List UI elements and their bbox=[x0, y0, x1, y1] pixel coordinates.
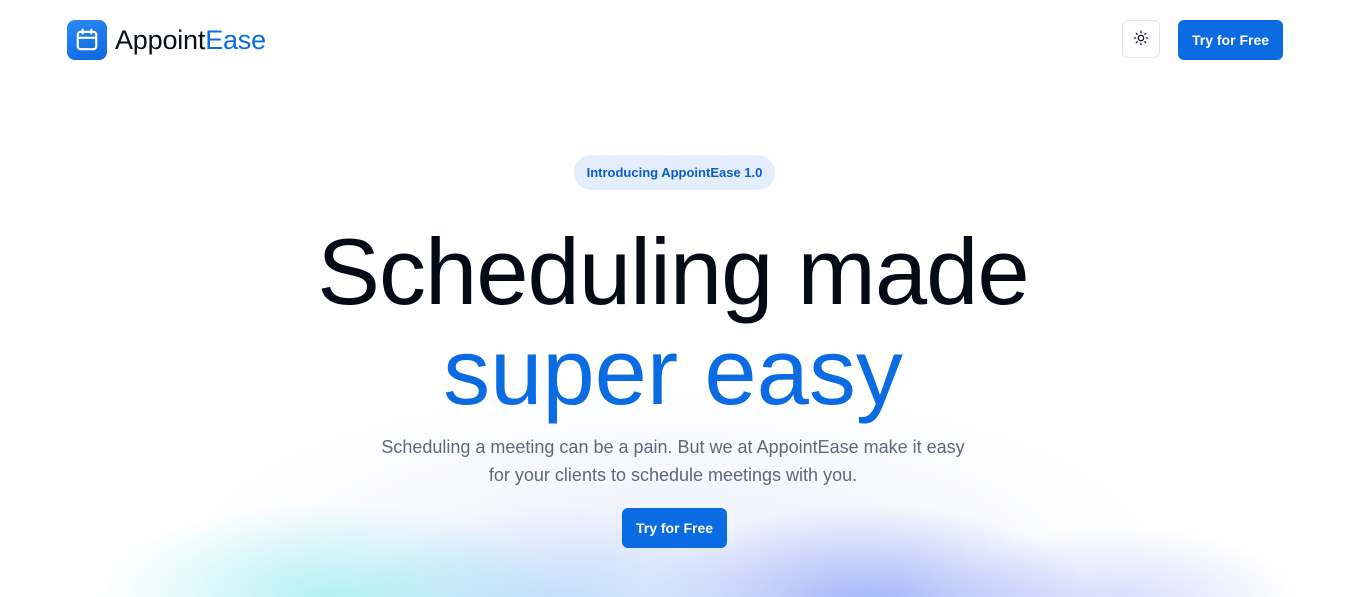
brand-name-main: Appoint bbox=[115, 25, 206, 55]
landing-page: AppointEase Try for Free Introducing App… bbox=[0, 0, 1346, 597]
hero-headline-accent: super easy bbox=[443, 319, 903, 424]
site-header: AppointEase Try for Free bbox=[0, 0, 1346, 80]
hero-headline: Scheduling made bbox=[317, 219, 1029, 324]
intro-badge: Introducing AppointEase 1.0 bbox=[574, 155, 775, 190]
theme-toggle-button[interactable] bbox=[1122, 20, 1160, 58]
header-try-free-button[interactable]: Try for Free bbox=[1178, 20, 1283, 60]
brand-name-accent: Ease bbox=[205, 25, 266, 55]
brand-logo-link[interactable]: AppointEase bbox=[67, 20, 266, 60]
calendar-icon bbox=[67, 20, 107, 60]
hero-try-free-button[interactable]: Try for Free bbox=[622, 508, 727, 548]
brand-name: AppointEase bbox=[115, 20, 266, 60]
hero-subtext: Scheduling a meeting can be a pain. But … bbox=[381, 437, 965, 485]
sun-icon bbox=[1133, 30, 1149, 49]
